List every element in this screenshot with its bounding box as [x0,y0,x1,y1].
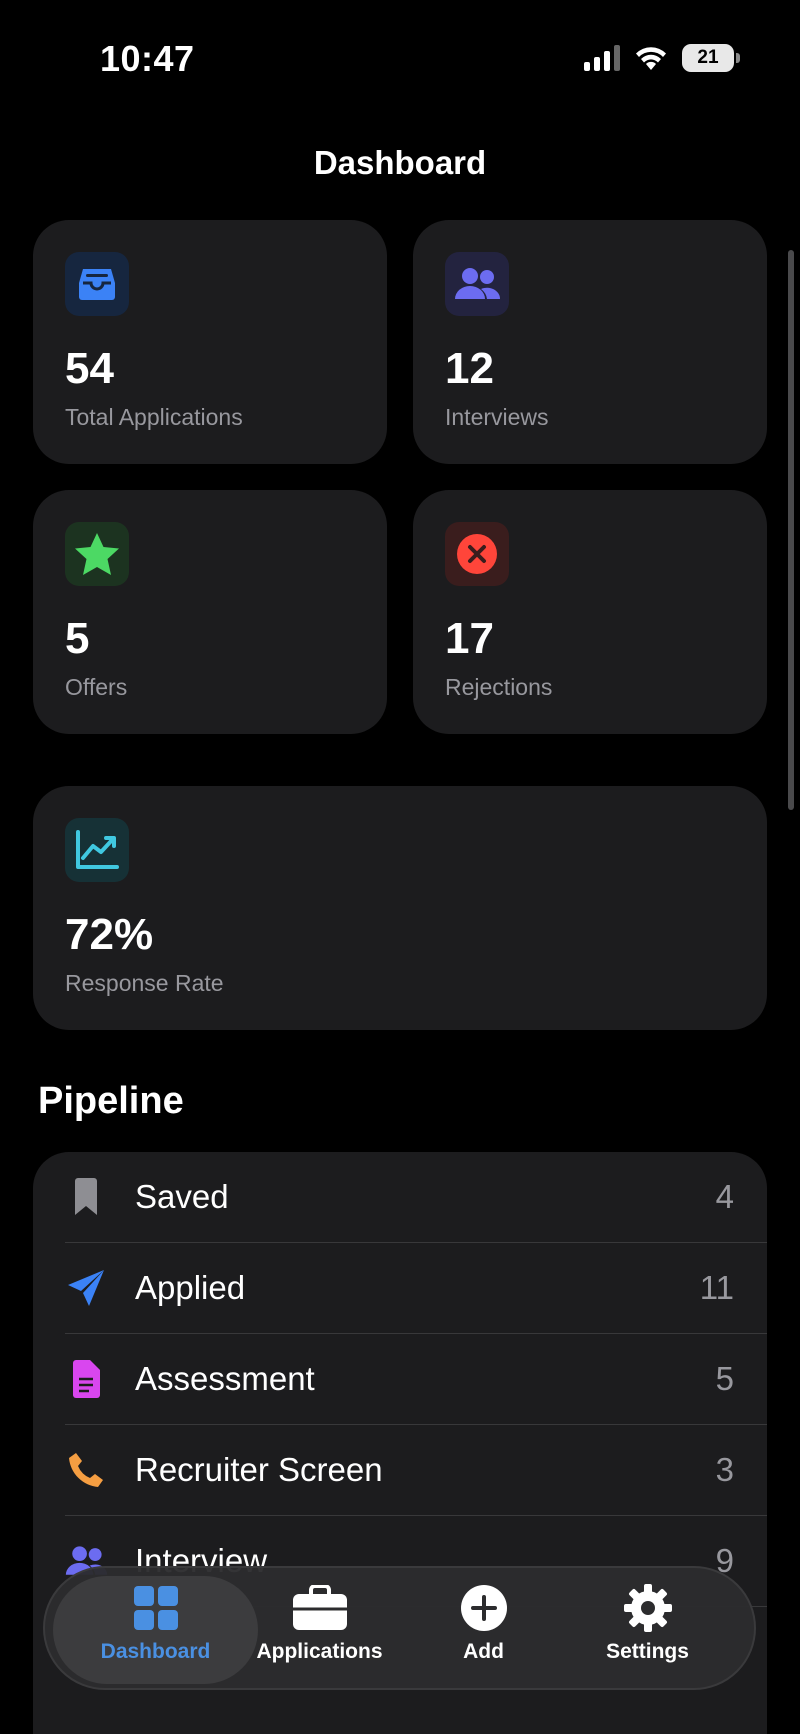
pipeline-item-label: Assessment [135,1360,315,1397]
gear-icon [620,1582,676,1634]
pipeline-item-label: Saved [135,1178,229,1215]
stat-value: 17 [445,614,494,663]
chart-icon [65,818,129,882]
pipeline-title: Pipeline [38,1080,184,1122]
tab-add[interactable]: Add [401,1582,566,1682]
tab-applications[interactable]: Applications [237,1582,402,1682]
wifi-icon [636,47,666,70]
stat-value: 5 [65,614,90,663]
stat-value: 72% [65,910,154,959]
paperplane-icon [63,1265,109,1311]
page-title: Dashboard [313,144,487,181]
battery-indicator: 21 [682,44,740,72]
star-icon [65,522,129,586]
pipeline-item-count: 3 [715,1451,734,1488]
phone-icon [63,1447,109,1493]
tab-dashboard[interactable]: Dashboard [73,1582,238,1682]
tray-icon [65,252,129,316]
scroll-indicator[interactable] [788,250,794,810]
stat-label: Total Applications [65,404,243,430]
plus-circle-icon [456,1582,512,1634]
tab-label: Applications [256,1640,383,1663]
stat-value: 12 [445,344,494,393]
stat-label: Interviews [445,404,549,430]
stat-card-response-rate[interactable]: 72% Response Rate [33,786,767,1030]
bookmark-icon [63,1174,109,1220]
stat-value: 54 [65,344,114,393]
pipeline-item-recruiter-screen[interactable]: Recruiter Screen 3 [33,1425,767,1516]
stat-card-interviews[interactable]: 12 Interviews [413,220,767,464]
tab-settings[interactable]: Settings [565,1582,730,1682]
people-icon [445,252,509,316]
stat-label: Response Rate [65,970,224,996]
status-icons: 21 [584,44,740,72]
tab-label: Dashboard [100,1640,211,1663]
tab-label: Add [463,1640,504,1663]
stat-card-total-applications[interactable]: 54 Total Applications [33,220,387,464]
pipeline-item-label: Recruiter Screen [135,1451,383,1488]
stat-label: Offers [65,674,128,700]
pipeline-item-label: Applied [135,1269,246,1306]
x-circle-icon [445,522,509,586]
briefcase-icon [292,1582,348,1634]
tab-bar: Dashboard Applications Add Settings [43,1566,756,1690]
tab-label: Settings [606,1640,689,1663]
cellular-signal-icon [584,45,620,71]
pipeline-item-assessment[interactable]: Assessment 5 [33,1334,767,1425]
pipeline-item-count: 11 [699,1269,734,1306]
grid-icon [128,1582,184,1634]
stat-label: Rejections [445,674,553,700]
pipeline-item-count: 4 [715,1178,734,1215]
pipeline-item-saved[interactable]: Saved 4 [33,1152,767,1243]
document-icon [63,1356,109,1402]
battery-level: 21 [697,47,719,68]
stat-card-offers[interactable]: 5 Offers [33,490,387,734]
status-bar: 10:47 21 [0,0,800,120]
status-time: 10:47 [100,38,195,79]
pipeline-item-applied[interactable]: Applied 11 [33,1243,767,1334]
stat-card-rejections[interactable]: 17 Rejections [413,490,767,734]
pipeline-item-count: 5 [715,1360,734,1397]
